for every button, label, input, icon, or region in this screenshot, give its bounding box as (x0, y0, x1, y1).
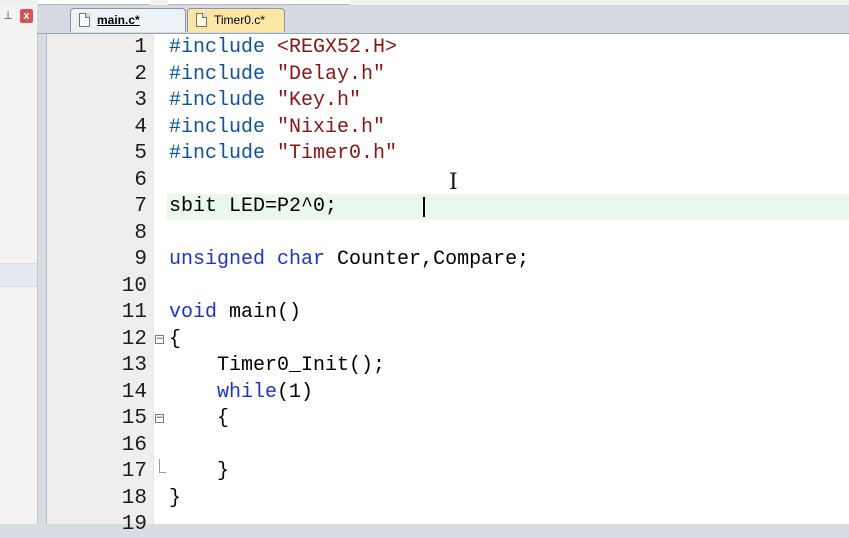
code-text: sbit LED=P2^0; (169, 195, 338, 218)
code-text: void main() (169, 301, 302, 324)
file-icon (196, 13, 207, 27)
code-line[interactable]: 8 (47, 221, 849, 247)
line-number: 9 (134, 248, 147, 271)
line-number: 8 (134, 221, 147, 245)
code-text: } (169, 486, 182, 510)
close-panel-icon[interactable]: x (20, 9, 33, 23)
line-number: 19 (121, 513, 147, 536)
line-number: 17 (121, 460, 147, 483)
line-number: 12 (121, 327, 147, 351)
code-text: { (169, 407, 230, 430)
code-text: Timer0_Init(); (169, 354, 386, 377)
text-caret (423, 197, 425, 217)
line-number: 16 (121, 433, 147, 457)
code-line[interactable]: 13 Timer0_Init(); (47, 353, 849, 379)
project-panel: ⊥ x (0, 5, 38, 524)
code-line[interactable]: 3 #include "Key.h" (47, 88, 849, 114)
code-line[interactable]: 15− { (47, 406, 849, 432)
fold-end-marker (159, 459, 166, 473)
code-line[interactable]: 1 #include <REGX52.H> (47, 35, 849, 61)
code-text: } (169, 460, 230, 483)
line-number: 14 (121, 380, 147, 404)
code-line[interactable]: 10 (47, 274, 849, 300)
line-number: 15 (121, 407, 147, 430)
line-number: 6 (134, 168, 147, 192)
line-number: 5 (134, 142, 147, 165)
code-line[interactable]: 17 } (47, 459, 849, 485)
tab-label: Timer0.c* (214, 13, 265, 27)
code-line[interactable]: 9 unsigned char Counter,Compare; (47, 247, 849, 273)
fold-toggle-icon[interactable]: − (155, 414, 164, 423)
editor-tab-bar: main.c* Timer0.c* (37, 5, 849, 34)
code-text: #include "Timer0.h" (169, 142, 398, 165)
code-line[interactable]: 11 void main() (47, 300, 849, 326)
line-number: 7 (134, 195, 147, 218)
code-line[interactable]: 18} (47, 486, 849, 512)
code-editor[interactable]: 1 #include <REGX52.H> 2 #include "Delay.h" 3… (46, 34, 849, 536)
code-text: #include "Key.h" (169, 89, 362, 112)
code-line[interactable]: 16 (47, 433, 849, 459)
code-text: { (169, 327, 182, 351)
file-icon (79, 13, 90, 27)
tab-timer0-c[interactable]: Timer0.c* (187, 8, 285, 32)
code-line[interactable]: 7 sbit LED=P2^0; (47, 194, 849, 220)
line-number: 10 (121, 274, 147, 298)
code-text: while(1) (217, 380, 314, 404)
code-line[interactable]: 4 #include "Nixie.h" (47, 115, 849, 141)
code-text: #include <REGX52.H> (169, 36, 398, 59)
line-number: 13 (121, 354, 147, 377)
line-number: 11 (121, 301, 147, 324)
code-line[interactable]: 19 (47, 512, 849, 538)
code-text: unsigned char Counter,Compare; (169, 248, 530, 271)
code-line[interactable]: 6 (47, 168, 849, 194)
code-line[interactable]: 5 #include "Timer0.h" (47, 141, 849, 167)
code-line[interactable]: 2 #include "Delay.h" (47, 62, 849, 88)
line-number: 2 (134, 62, 147, 86)
fold-toggle-icon[interactable]: − (155, 334, 164, 344)
tab-label: main.c* (97, 13, 140, 27)
pin-icon[interactable]: ⊥ (2, 9, 14, 23)
line-number: 4 (134, 115, 147, 139)
code-line[interactable]: 12−{ (47, 327, 849, 353)
line-number: 18 (121, 486, 147, 510)
ibeam-cursor-icon: I (449, 170, 458, 195)
tab-main-c[interactable]: main.c* (70, 8, 186, 32)
code-text: #include "Nixie.h" (169, 115, 386, 139)
code-line[interactable]: 14 while(1) (47, 380, 849, 406)
project-tree-selected-row[interactable] (0, 263, 37, 287)
line-number: 1 (134, 36, 147, 59)
code-text: #include "Delay.h" (169, 62, 386, 86)
line-number: 3 (134, 89, 147, 112)
